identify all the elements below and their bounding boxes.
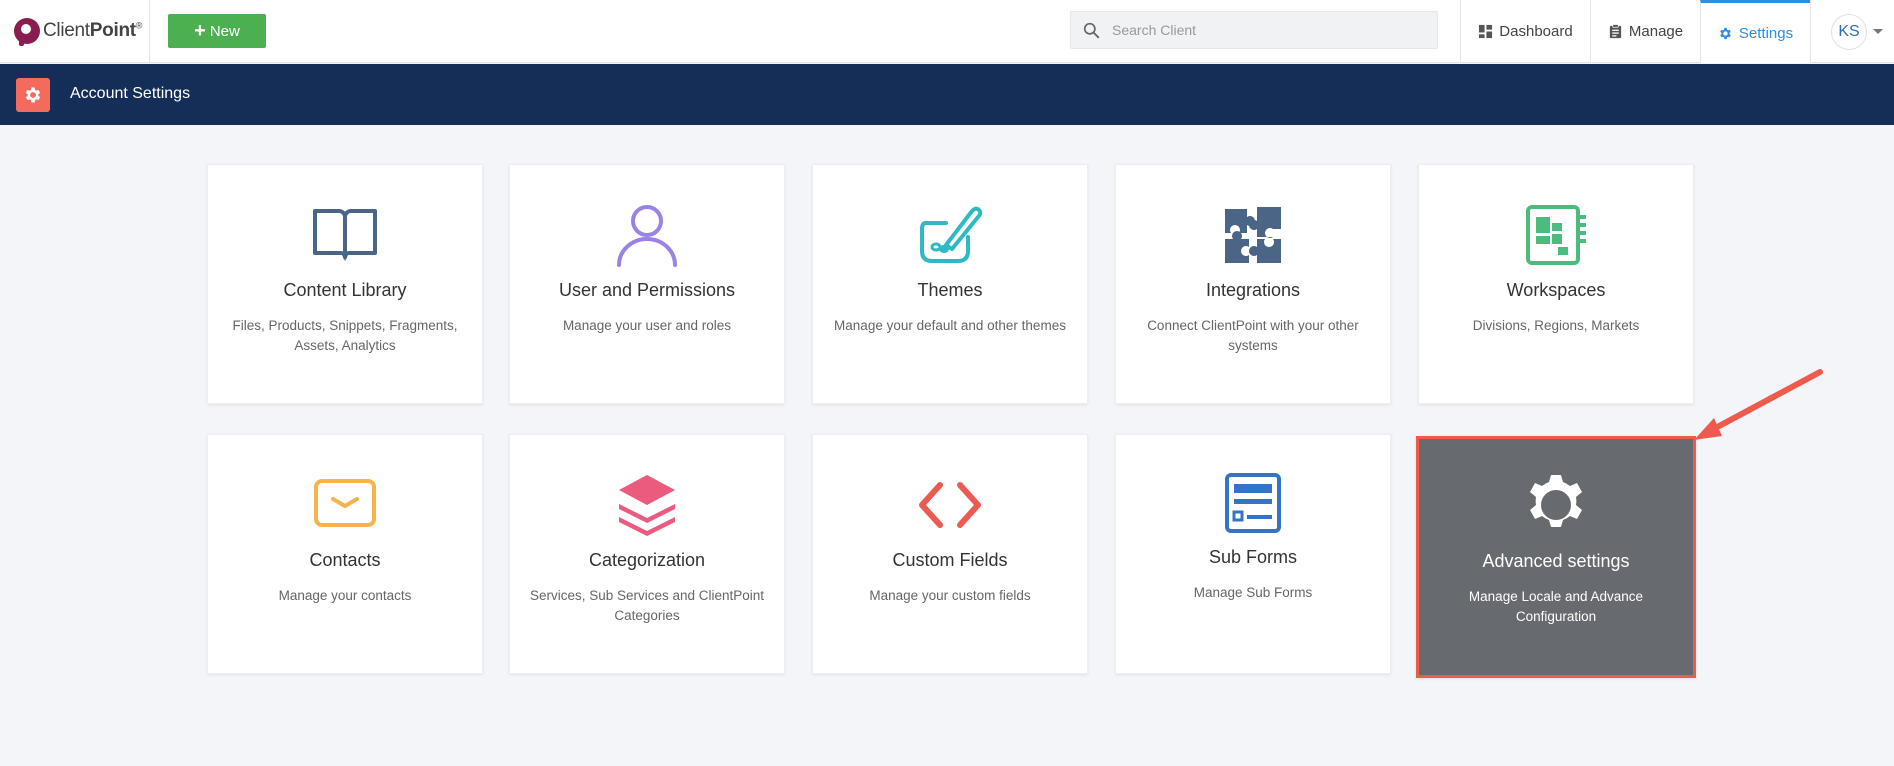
card-title: User and Permissions <box>558 280 736 300</box>
card-sub-forms[interactable]: Sub Forms Manage Sub Forms <box>1115 434 1391 674</box>
card-description: Manage Sub Forms <box>1193 585 1313 600</box>
card-themes[interactable]: Themes Manage your default and other the… <box>812 164 1088 404</box>
card-description: Services, Sub Services and ClientPoint C… <box>529 588 765 623</box>
page-header: Account Settings <box>0 64 1894 125</box>
card-title: Categorization <box>588 550 706 570</box>
card-title: Sub Forms <box>1208 547 1298 567</box>
nav-settings-label: Settings <box>1738 24 1794 42</box>
plus-icon: + <box>194 20 206 42</box>
card-title: Contacts <box>309 550 381 570</box>
logo-divider <box>149 0 150 63</box>
avatar: KS <box>1831 13 1867 50</box>
card-title: Workspaces <box>1506 280 1606 300</box>
nav-settings[interactable]: Settings <box>1700 0 1810 63</box>
caret-down-icon <box>1873 29 1883 34</box>
search-icon <box>1083 22 1100 38</box>
card-title: Integrations <box>1205 280 1301 300</box>
dashboard-icon <box>1479 24 1493 39</box>
card-title: Content Library <box>283 280 407 300</box>
puzzle-icon <box>1225 207 1281 263</box>
card-description: Manage your contacts <box>278 588 412 603</box>
card-custom-fields[interactable]: Custom Fields Manage your custom fields <box>812 434 1088 674</box>
gear-icon <box>25 87 41 103</box>
clipboard-icon <box>1609 24 1622 39</box>
card-categorization[interactable]: Categorization Services, Sub Services an… <box>509 434 785 674</box>
card-description: Manage your default and other themes <box>834 318 1066 333</box>
workspace-icon <box>1526 205 1586 265</box>
card-title: Custom Fields <box>892 550 1008 570</box>
card-content-library[interactable]: Content Library Files, Products, Snippet… <box>207 164 483 404</box>
clientpoint-logo[interactable]: ClientPoint® <box>14 16 142 46</box>
card-description: Divisions, Regions, Markets <box>1472 318 1640 333</box>
gear-icon <box>1530 475 1582 527</box>
card-description: Files, Products, Snippets, Fragments, As… <box>232 318 458 353</box>
card-title: Themes <box>917 280 983 300</box>
gear-icon <box>1720 27 1731 39</box>
search-input[interactable] <box>1112 22 1412 38</box>
form-icon <box>1225 473 1281 533</box>
nav-dashboard-label: Dashboard <box>1499 23 1573 40</box>
nav-dashboard[interactable]: Dashboard <box>1460 0 1590 63</box>
top-bar: ClientPoint® + New Dashboard Manage Sett… <box>0 0 1894 63</box>
user-icon <box>617 205 677 267</box>
envelope-icon <box>314 479 376 527</box>
card-description: Connect ClientPoint with your other syst… <box>1147 318 1359 353</box>
card-user-and-permissions[interactable]: User and Permissions Manage your user an… <box>509 164 785 404</box>
card-description: Manage your custom fields <box>869 588 1031 603</box>
settings-header-icon <box>16 78 50 112</box>
card-description: Manage Locale and Advance Configuration <box>1468 589 1644 624</box>
card-title: Advanced settings <box>1482 551 1630 571</box>
page-title: Account Settings <box>70 85 191 102</box>
card-description: Manage your user and roles <box>562 318 732 333</box>
card-workspaces[interactable]: Workspaces Divisions, Regions, Markets <box>1418 164 1694 404</box>
card-integrations[interactable]: Integrations Connect ClientPoint with yo… <box>1115 164 1391 404</box>
card-advanced-settings[interactable]: Advanced settings Manage Locale and Adva… <box>1416 436 1696 678</box>
layers-icon <box>619 475 675 536</box>
card-contacts[interactable]: Contacts Manage your contacts <box>207 434 483 674</box>
nav-manage-label: Manage <box>1628 23 1684 40</box>
logo-text: ClientPoint® <box>43 20 143 41</box>
palette-icon <box>920 206 983 263</box>
nav-manage[interactable]: Manage <box>1590 0 1700 63</box>
new-button[interactable]: + New <box>168 14 266 48</box>
user-menu[interactable]: KS <box>1810 0 1894 63</box>
code-icon <box>919 482 981 528</box>
search-box[interactable] <box>1070 11 1438 49</box>
book-icon <box>313 209 377 261</box>
annotation-arrow <box>1694 369 1823 440</box>
clientpoint-logo-icon <box>14 18 40 46</box>
new-button-label: New <box>209 22 240 40</box>
